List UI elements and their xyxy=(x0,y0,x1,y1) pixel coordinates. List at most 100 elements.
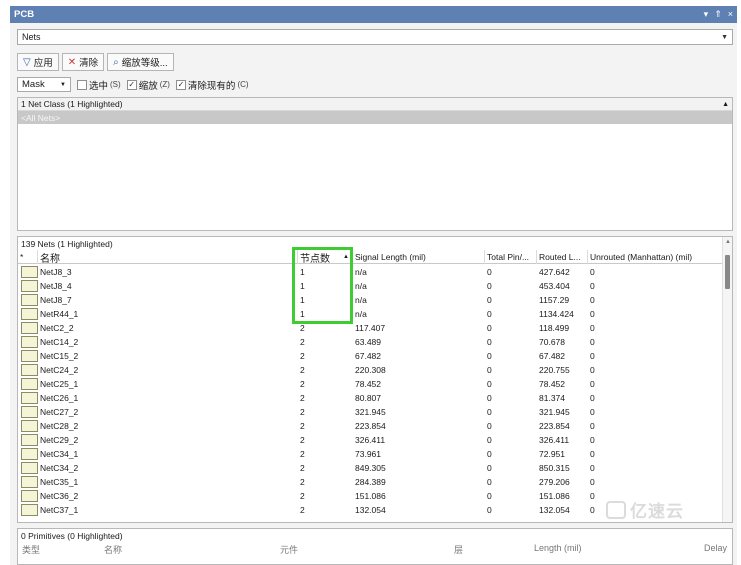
column-signal-length[interactable]: Signal Length (mil) xyxy=(353,250,485,264)
clear-button[interactable]: ✕ 清除 xyxy=(61,53,105,71)
zoom-checkbox-box[interactable]: ✓ xyxy=(126,79,137,90)
select-checkbox-box[interactable] xyxy=(77,79,87,90)
cell-node-count: 1 xyxy=(300,309,305,319)
nets-list: 139 Nets (1 Highlighted) * 名称 节点数 ▲ Sign… xyxy=(17,236,733,523)
cell-signal-length: 80.807 xyxy=(355,393,381,403)
table-row[interactable]: NetC15_2 2 67.482 0 67.482 0 xyxy=(18,349,723,363)
mask-mode-dropdown[interactable]: Mask ▼ xyxy=(17,77,71,92)
net-color-swatch[interactable] xyxy=(21,392,38,404)
watermark-text: 亿速云 xyxy=(630,502,684,521)
table-row[interactable]: NetC28_2 2 223.854 0 223.854 0 xyxy=(18,419,723,433)
cell-signal-length: 321.945 xyxy=(355,407,386,417)
column-component[interactable]: 元件 xyxy=(280,543,298,556)
nets-scrollbar[interactable]: ▲ xyxy=(722,237,732,522)
column-marker[interactable]: * xyxy=(18,250,38,264)
close-icon[interactable]: × xyxy=(728,9,733,20)
clear-existing-checkbox[interactable]: ✓ 清除现有的 (C) xyxy=(175,78,249,92)
table-row[interactable]: NetJ8_7 1 n/a 0 1157.29 0 xyxy=(18,293,723,307)
column-type[interactable]: 类型 xyxy=(22,543,40,556)
net-color-swatch[interactable] xyxy=(21,490,38,502)
clear-existing-checkbox-box[interactable]: ✓ xyxy=(175,79,186,90)
cell-node-count: 2 xyxy=(300,379,305,389)
menu-dropdown-icon[interactable]: ▾ xyxy=(704,9,709,20)
net-color-swatch[interactable] xyxy=(21,448,38,460)
net-color-swatch[interactable] xyxy=(21,476,38,488)
collapse-icon[interactable]: ▲ xyxy=(722,101,729,108)
net-color-swatch[interactable] xyxy=(21,266,38,278)
cell-unrouted: 0 xyxy=(590,337,595,347)
column-total-pin[interactable]: Total Pin/... xyxy=(485,250,537,264)
table-row[interactable]: NetC34_2 2 849.305 0 850.315 0 xyxy=(18,461,723,475)
cell-routed-length: 132.054 xyxy=(539,505,570,515)
column-primitive-name[interactable]: 名称 xyxy=(104,543,122,556)
cell-net-name: NetC24_2 xyxy=(40,365,79,375)
pin-icon[interactable]: ⇑ xyxy=(714,9,722,20)
net-color-swatch[interactable] xyxy=(21,504,38,516)
cell-total-pin: 0 xyxy=(487,491,492,501)
cell-unrouted: 0 xyxy=(590,435,595,445)
cell-signal-length: 63.489 xyxy=(355,337,381,347)
net-color-swatch[interactable] xyxy=(21,406,38,418)
cell-node-count: 2 xyxy=(300,323,305,333)
mode-dropdown[interactable]: Nets ▼ xyxy=(17,29,733,45)
net-color-swatch[interactable] xyxy=(21,420,38,432)
zoom-level-button[interactable]: ⌕ 缩放等级... xyxy=(107,53,174,71)
nets-column-headers: * 名称 节点数 ▲ Signal Length (mil) Total Pin… xyxy=(18,250,723,264)
net-color-swatch[interactable] xyxy=(21,364,38,376)
zoom-checkbox[interactable]: ✓ 缩放 (Z) xyxy=(126,78,170,92)
net-color-swatch[interactable] xyxy=(21,462,38,474)
table-row[interactable]: NetR44_1 1 n/a 0 1134.424 0 xyxy=(18,307,723,321)
column-length[interactable]: Length (mil) xyxy=(534,543,582,553)
table-row[interactable]: NetC27_2 2 321.945 0 321.945 0 xyxy=(18,405,723,419)
column-routed-length[interactable]: Routed L... xyxy=(537,250,588,264)
cell-node-count: 2 xyxy=(300,421,305,431)
cell-routed-length: 118.499 xyxy=(539,323,570,333)
scrollbar-thumb[interactable] xyxy=(725,255,730,289)
cell-node-count: 1 xyxy=(300,295,305,305)
cell-total-pin: 0 xyxy=(487,365,492,375)
clear-existing-checkbox-label: 清除现有的 xyxy=(187,80,236,92)
column-layer[interactable]: 层 xyxy=(454,543,463,556)
cell-node-count: 2 xyxy=(300,435,305,445)
chevron-down-icon: ▼ xyxy=(60,81,66,88)
net-color-swatch[interactable] xyxy=(21,280,38,292)
cell-net-name: NetC25_1 xyxy=(40,379,79,389)
table-row[interactable]: NetJ8_4 1 n/a 0 453.404 0 xyxy=(18,279,723,293)
cell-unrouted: 0 xyxy=(590,505,595,515)
cell-total-pin: 0 xyxy=(487,435,492,445)
net-color-swatch[interactable] xyxy=(21,336,38,348)
net-color-swatch[interactable] xyxy=(21,294,38,306)
select-checkbox[interactable]: 选中 (S) xyxy=(77,78,121,92)
table-row[interactable]: NetC34_1 2 73.961 0 72.951 0 xyxy=(18,447,723,461)
table-row[interactable]: NetC29_2 2 326.411 0 326.411 0 xyxy=(18,433,723,447)
table-row[interactable]: NetJ8_3 1 n/a 0 427.642 0 xyxy=(18,265,723,279)
cell-signal-length: n/a xyxy=(355,281,367,291)
net-color-swatch[interactable] xyxy=(21,378,38,390)
column-delay[interactable]: Delay xyxy=(704,543,727,553)
cell-unrouted: 0 xyxy=(590,323,595,333)
watermark-logo-icon xyxy=(606,500,626,519)
net-color-swatch[interactable] xyxy=(21,322,38,334)
table-row[interactable]: NetC25_1 2 78.452 0 78.452 0 xyxy=(18,377,723,391)
cell-net-name: NetC28_2 xyxy=(40,421,79,431)
table-row[interactable]: NetC24_2 2 220.308 0 220.755 0 xyxy=(18,363,723,377)
scroll-up-icon[interactable]: ▲ xyxy=(725,239,731,245)
cell-total-pin: 0 xyxy=(487,295,492,305)
apply-button[interactable]: ▽ 应用 xyxy=(17,53,59,71)
net-class-item-all-nets[interactable]: <All Nets> xyxy=(18,111,732,124)
cell-total-pin: 0 xyxy=(487,281,492,291)
column-name[interactable]: 名称 xyxy=(38,250,298,264)
table-row[interactable]: NetC14_2 2 63.489 0 70.678 0 xyxy=(18,335,723,349)
net-color-swatch[interactable] xyxy=(21,350,38,362)
cell-net-name: NetC35_1 xyxy=(40,477,79,487)
column-unrouted[interactable]: Unrouted (Manhattan) (mil) xyxy=(588,250,723,264)
net-color-swatch[interactable] xyxy=(21,434,38,446)
cell-routed-length: 850.315 xyxy=(539,463,570,473)
mode-dropdown-value: Nets xyxy=(22,32,41,42)
column-node-count[interactable]: 节点数 ▲ xyxy=(298,250,353,264)
table-row[interactable]: NetC35_1 2 284.389 0 279.206 0 xyxy=(18,475,723,489)
cell-net-name: NetC2_2 xyxy=(40,323,74,333)
net-color-swatch[interactable] xyxy=(21,308,38,320)
table-row[interactable]: NetC2_2 2 117.407 0 118.499 0 xyxy=(18,321,723,335)
table-row[interactable]: NetC26_1 2 80.807 0 81.374 0 xyxy=(18,391,723,405)
